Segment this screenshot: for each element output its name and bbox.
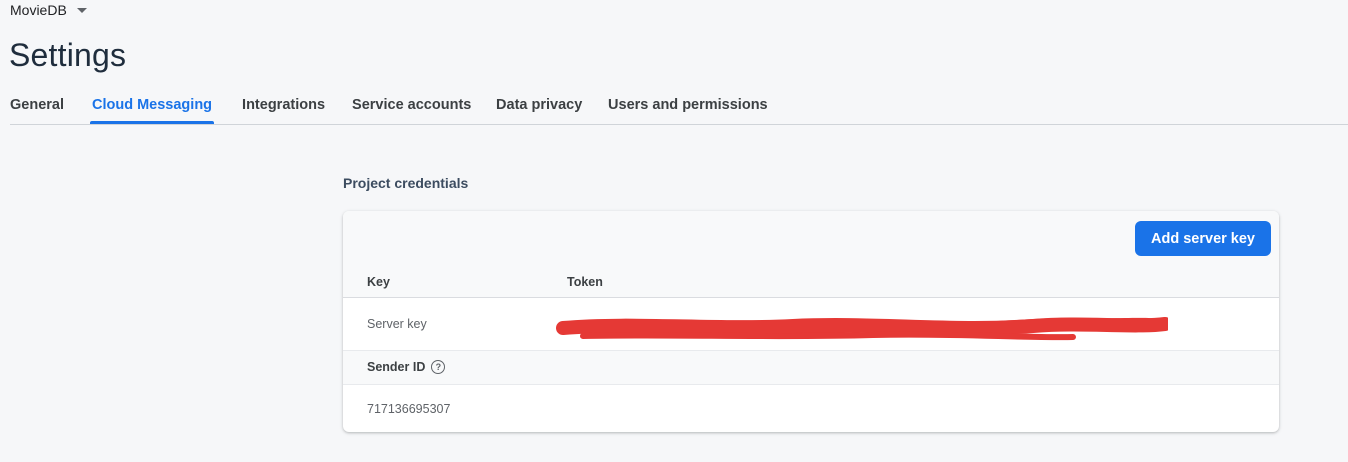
- sender-id-header-row: Sender ID ?: [343, 351, 1279, 385]
- sender-id-value: 717136695307: [367, 402, 451, 416]
- server-key-row: Server key: [343, 298, 1279, 351]
- settings-tabs: General Cloud Messaging Integrations Ser…: [10, 94, 1348, 125]
- server-key-label: Server key: [367, 317, 427, 331]
- page-title: Settings: [9, 37, 127, 73]
- help-circle-icon[interactable]: ?: [431, 360, 446, 374]
- project-switcher[interactable]: MovieDB: [10, 2, 87, 18]
- tab-data-privacy[interactable]: Data privacy: [496, 94, 608, 120]
- section-title: Project credentials: [343, 175, 469, 191]
- sender-id-label: Sender ID ?: [367, 360, 446, 374]
- column-header-key: Key: [367, 275, 390, 289]
- column-header-token: Token: [567, 275, 603, 289]
- tab-general[interactable]: General: [10, 94, 92, 120]
- server-key-token[interactable]: [553, 308, 1168, 342]
- credentials-card: Add server key Key Token Server key Send…: [343, 211, 1279, 432]
- tab-service-accounts[interactable]: Service accounts: [352, 94, 496, 120]
- tab-integrations[interactable]: Integrations: [242, 94, 352, 120]
- tab-users-and-permissions[interactable]: Users and permissions: [608, 94, 768, 120]
- chevron-down-icon: [76, 8, 87, 13]
- card-header: Add server key Key Token: [343, 211, 1279, 298]
- redaction-scribble: [556, 317, 1168, 341]
- add-server-key-button[interactable]: Add server key: [1135, 221, 1271, 256]
- sender-id-value-row: 717136695307: [343, 385, 1279, 432]
- project-name: MovieDB: [10, 2, 67, 18]
- tab-cloud-messaging[interactable]: Cloud Messaging: [89, 94, 215, 124]
